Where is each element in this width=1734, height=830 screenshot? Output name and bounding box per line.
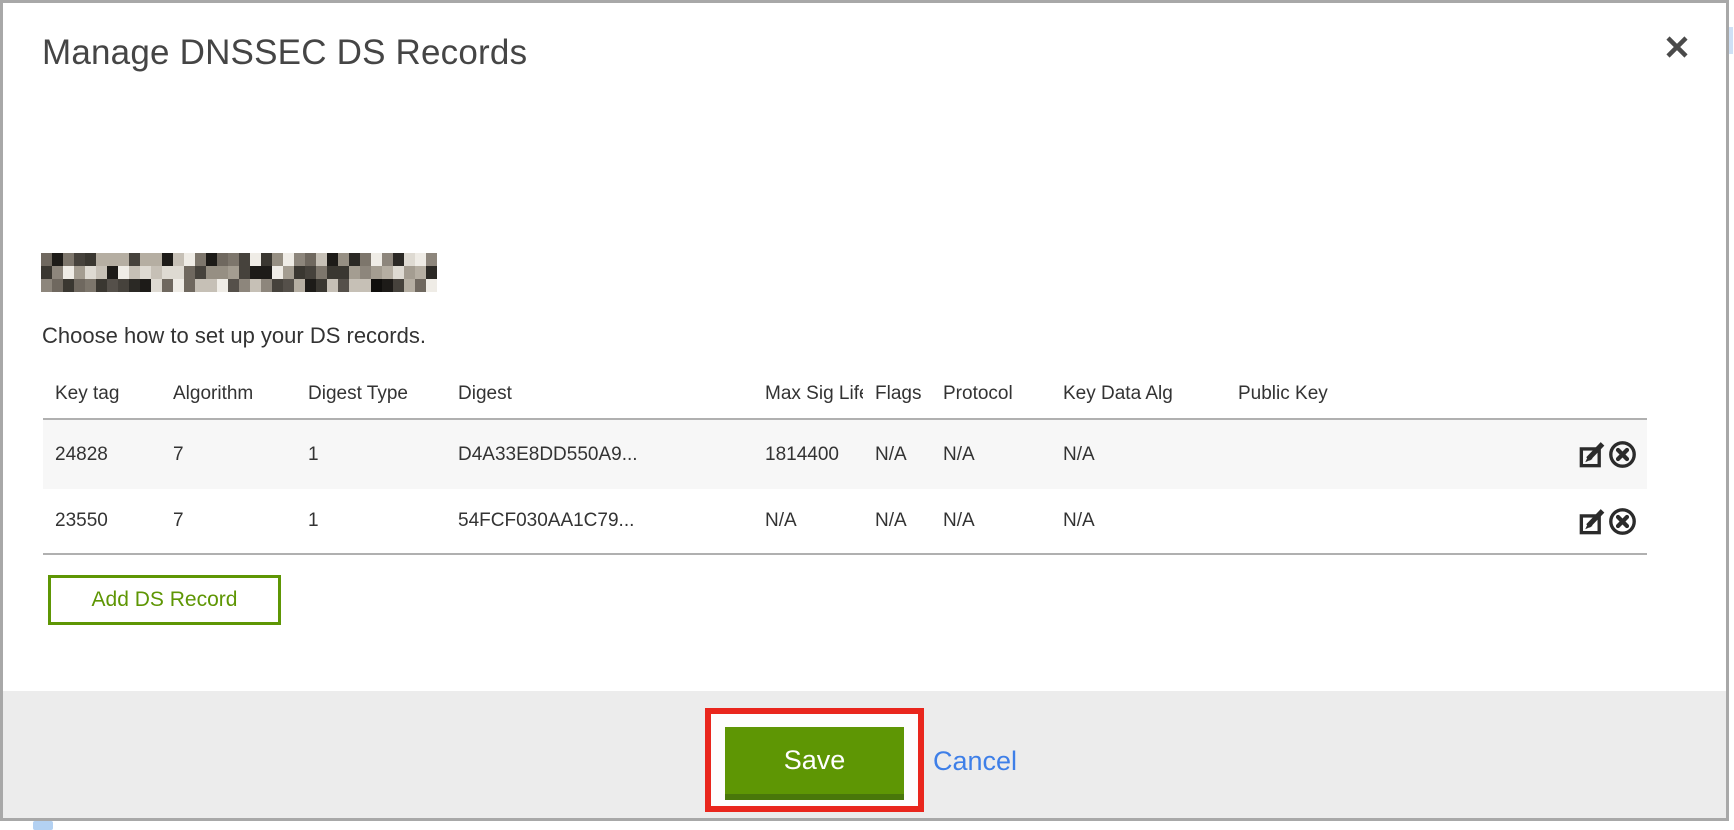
delete-icon	[1608, 457, 1637, 472]
save-highlight-annotation: Save	[705, 708, 924, 812]
table-row: 23550 7 1 54FCF030AA1C79... N/A N/A N/A …	[43, 489, 1647, 554]
cell-algorithm: 7	[161, 419, 296, 489]
cell-actions	[1506, 489, 1647, 554]
col-header-digest: Digest	[446, 369, 753, 419]
cell-public-key	[1226, 489, 1506, 554]
delete-record-button[interactable]	[1608, 440, 1637, 469]
table-row: 24828 7 1 D4A33E8DD550A9... 1814400 N/A …	[43, 419, 1647, 489]
close-button[interactable]	[1655, 25, 1699, 69]
cell-key-data-alg: N/A	[1051, 489, 1226, 554]
page-behind-modal: Manage DNSSEC DS Records Choose how to s…	[0, 0, 1734, 830]
delete-record-button[interactable]	[1608, 507, 1637, 536]
cell-actions	[1506, 419, 1647, 489]
cell-key-tag: 24828	[43, 419, 161, 489]
cell-algorithm: 7	[161, 489, 296, 554]
cell-max-sig-life: 1814400	[753, 419, 863, 489]
cell-key-tag: 23550	[43, 489, 161, 554]
col-header-flags: Flags	[863, 369, 931, 419]
cell-flags: N/A	[863, 419, 931, 489]
cell-public-key	[1226, 419, 1506, 489]
col-header-digest-type: Digest Type	[296, 369, 446, 419]
edit-record-button[interactable]	[1578, 440, 1607, 469]
save-button[interactable]: Save	[725, 727, 904, 800]
cell-digest-type: 1	[296, 489, 446, 554]
dialog-title: Manage DNSSEC DS Records	[42, 33, 527, 73]
cell-key-data-alg: N/A	[1051, 419, 1226, 489]
col-header-key-data-alg: Key Data Alg	[1051, 369, 1226, 419]
cancel-link[interactable]: Cancel	[933, 746, 1017, 777]
cell-max-sig-life: N/A	[753, 489, 863, 554]
background-scrollbar-fragment	[1729, 27, 1733, 54]
col-header-key-tag: Key tag	[43, 369, 161, 419]
close-icon	[1664, 34, 1690, 60]
cell-digest: D4A33E8DD550A9...	[446, 419, 753, 489]
col-header-protocol: Protocol	[931, 369, 1051, 419]
cell-flags: N/A	[863, 489, 931, 554]
col-header-public-key: Public Key	[1226, 369, 1506, 419]
ds-records-table: Key tag Algorithm Digest Type Digest Max…	[43, 369, 1647, 555]
col-header-actions	[1506, 369, 1647, 419]
cell-protocol: N/A	[931, 489, 1051, 554]
manage-dnssec-ds-records-dialog: Manage DNSSEC DS Records Choose how to s…	[0, 0, 1729, 821]
background-page-fragment	[33, 821, 53, 830]
col-header-algorithm: Algorithm	[161, 369, 296, 419]
cell-protocol: N/A	[931, 419, 1051, 489]
edit-icon	[1578, 457, 1607, 472]
cell-digest: 54FCF030AA1C79...	[446, 489, 753, 554]
table-header-row: Key tag Algorithm Digest Type Digest Max…	[43, 369, 1647, 419]
intro-text: Choose how to set up your DS records.	[42, 323, 426, 349]
domain-name-redacted	[41, 253, 437, 292]
add-ds-record-button[interactable]: Add DS Record	[48, 575, 281, 625]
delete-icon	[1608, 524, 1637, 539]
edit-record-button[interactable]	[1578, 507, 1607, 536]
cell-digest-type: 1	[296, 419, 446, 489]
edit-icon	[1578, 524, 1607, 539]
col-header-max-sig-life: Max Sig Life	[753, 369, 863, 419]
